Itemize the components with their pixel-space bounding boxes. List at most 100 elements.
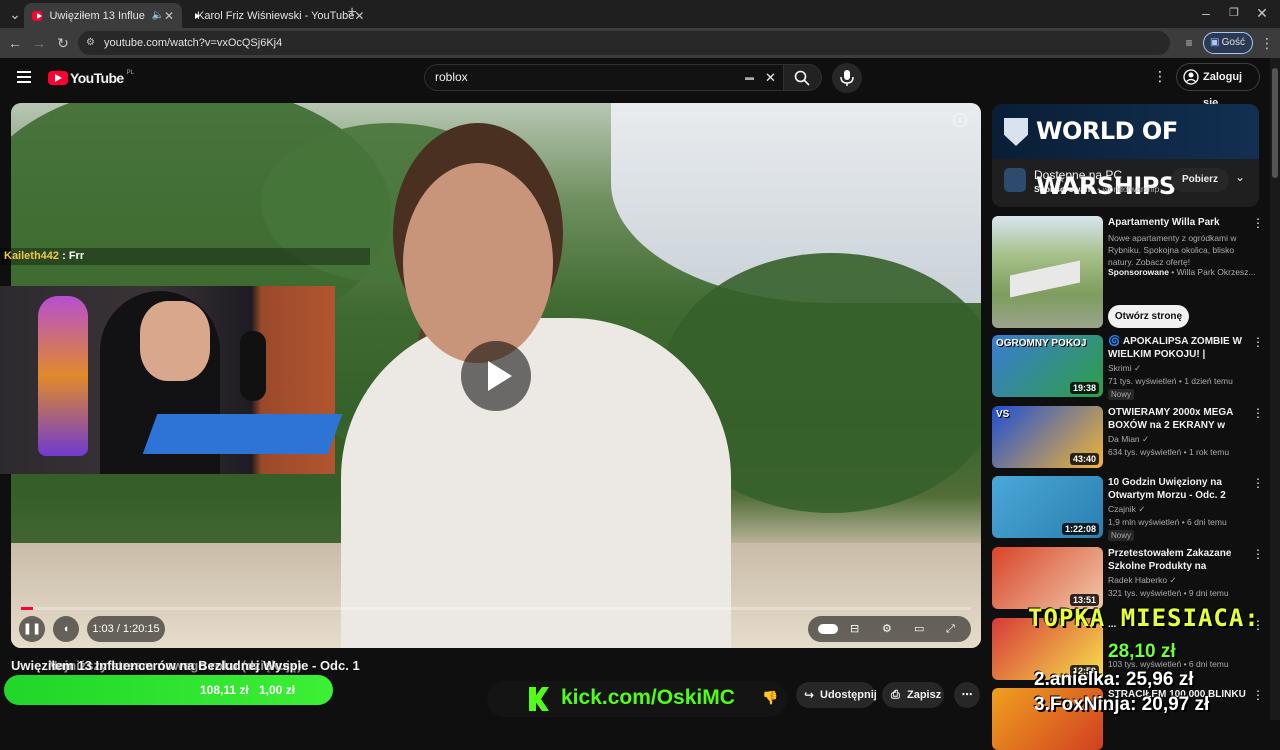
save-icon: ⎙ — [891, 689, 900, 701]
site-info-icon[interactable]: ⚙ — [86, 31, 95, 55]
video-thumbnail[interactable]: VS 43:40 — [992, 406, 1103, 468]
settings-icon[interactable]: ⚙ — [882, 616, 892, 642]
recommendation-title: 🌀 APOKALIPSA ZOMBIE W WIELKIM POKOJU! | … — [1108, 336, 1242, 360]
scrollbar-thumb[interactable] — [1272, 68, 1278, 178]
ad-card[interactable]: WORLD OF WARSHIPS Dostępne na PC Sponsor… — [992, 104, 1259, 207]
tab-title: Karol Friz Wiśniewski - YouTube — [197, 9, 355, 22]
close-window-icon[interactable]: ✕ — [1253, 4, 1271, 22]
recommendation-channel[interactable]: Czajnik ✓ — [1108, 504, 1145, 515]
recommendation-item[interactable]: 1:22:08 10 Godzin Uwięziony na Otwartym M… — [992, 476, 1264, 541]
progress-bar[interactable] — [21, 607, 971, 610]
video-thumbnail[interactable]: OGROMNY POKOJ 19:38 — [992, 335, 1103, 397]
video-thumbnail[interactable]: 1:22:08 — [992, 476, 1103, 538]
more-icon[interactable]: ⋮ — [1252, 476, 1264, 490]
more-icon[interactable]: ⋮ — [1252, 406, 1264, 420]
tab-inactive[interactable]: Karol Friz Wiśniewski - YouTube ✕ — [182, 3, 364, 28]
search-button[interactable] — [784, 64, 822, 91]
new-tab-button[interactable]: + — [343, 4, 361, 22]
share-label: Udostępnij — [820, 689, 877, 701]
streamer-webcam — [0, 286, 343, 474]
ad-download-button[interactable]: Pobierz — [1171, 168, 1229, 192]
video-person-shirt — [341, 318, 731, 648]
browser-tab-bar: ⌄ Uwięziłem 13 Influencerów 🔈 ✕ Karol Fr… — [0, 0, 1280, 28]
volume-button[interactable]: ◖ — [53, 616, 79, 642]
recommendation-meta: 321 tys. wyświetleń • 9 dni temu — [1108, 588, 1229, 598]
ad-banner[interactable]: WORLD OF WARSHIPS — [992, 104, 1259, 200]
stream-overlay-caption: Najniższy stream nowego roku (dziękuję) — [48, 658, 302, 673]
new-badge: Nowy — [1108, 389, 1135, 400]
recommendation-item[interactable]: VS 43:40 OTWIERAMY 2000x MEGA BOXÓW na 2 E… — [992, 406, 1264, 468]
settings-menu-icon[interactable]: ⋮ — [1153, 68, 1167, 85]
share-button[interactable]: ↪ Udostępnij — [796, 682, 877, 708]
webcam-keyboard — [142, 414, 343, 454]
forward-icon[interactable]: → — [30, 34, 48, 52]
recommendation-title: 10 Godzin Uwięziony na Otwartym Morzu - … — [1108, 477, 1226, 501]
kick-logo-icon — [529, 687, 549, 711]
more-actions-button[interactable]: ⋯ — [954, 682, 980, 708]
more-icon[interactable]: ⋮ — [1252, 688, 1264, 702]
tab-title: Uwięziłem 13 Influencerów — [49, 9, 145, 22]
menu-icon[interactable] — [17, 71, 31, 83]
page-scrollbar[interactable] — [1270, 58, 1280, 720]
restore-icon[interactable]: ❐ — [1225, 4, 1243, 22]
player-controls-right: ⊟ ⚙ ▭ ⤢ — [808, 616, 971, 642]
sign-in-button[interactable]: Zaloguj się — [1176, 63, 1260, 109]
more-icon[interactable]: ⋮ — [1252, 216, 1264, 230]
subtitles-icon[interactable]: ⊟ — [850, 616, 859, 642]
ad-app-icon — [1004, 168, 1026, 192]
profile-button[interactable]: ▣ Gość — [1203, 32, 1253, 54]
more-icon[interactable]: ⋮ — [1252, 335, 1264, 349]
play-button[interactable] — [461, 341, 531, 411]
back-icon[interactable]: ← — [6, 34, 24, 52]
more-icon[interactable]: ⋮ — [1252, 547, 1264, 561]
recommendation-title: OTWIERAMY 2000x MEGA BOXÓW na 2 EKRANY w… — [1108, 407, 1234, 431]
reading-mode-icon[interactable]: ≡ — [1180, 34, 1198, 52]
fullscreen-icon[interactable]: ⤢ — [946, 616, 955, 642]
clear-search-icon[interactable]: ✕ — [765, 65, 776, 90]
info-icon[interactable]: i — [953, 113, 967, 127]
thumbnail-building — [1010, 260, 1080, 298]
microphone-icon — [840, 70, 854, 86]
autoplay-toggle[interactable] — [818, 624, 838, 634]
open-site-button[interactable]: Otwórz stronę — [1108, 305, 1189, 328]
recommendation-channel[interactable]: Radek Haberko ✓ — [1108, 575, 1177, 586]
keyboard-icon[interactable]: ▬ — [745, 65, 754, 90]
tab-active[interactable]: Uwięziłem 13 Influencerów 🔈 ✕ — [24, 3, 182, 28]
minimize-icon[interactable]: – — [1197, 4, 1215, 22]
sponsored-thumbnail[interactable] — [992, 216, 1103, 328]
recommendation-item[interactable]: OGROMNY POKOJ 19:38 🌀 APOKALIPSA ZOMBIE W … — [992, 335, 1264, 400]
video-person-head — [403, 163, 553, 363]
search-input[interactable]: roblox ▬ ✕ — [424, 64, 784, 91]
miniplayer-icon[interactable]: ▭ — [914, 616, 924, 642]
kick-url: kick.com/OskiMC — [561, 686, 735, 709]
recommendation-channel[interactable]: Da Mian ✓ — [1108, 434, 1149, 445]
youtube-logo[interactable]: YouTube PL — [48, 69, 134, 87]
pause-button[interactable]: ❚❚ — [19, 616, 45, 642]
speaker-icon[interactable]: 🔈 — [151, 10, 163, 21]
browser-menu-icon[interactable]: ⋮ — [1258, 34, 1276, 52]
dislike-icon[interactable]: 👎 — [762, 690, 778, 706]
logo-text: YouTube — [70, 70, 124, 86]
video-thumbnail[interactable]: 13:51 — [992, 547, 1103, 609]
share-icon: ↪ — [804, 688, 815, 702]
sponsored-item[interactable]: Apartamenty Willa Park Rybnik Nowe apart… — [992, 216, 1264, 328]
tab-search-icon[interactable]: ⌄ — [6, 5, 24, 23]
donation-goal-bar: 108,11 zł 1,00 zł — [4, 675, 333, 705]
profile-icon: ▣ — [1210, 37, 1220, 48]
recommendation-item[interactable]: 13:51 Przetestowałem Zakazane Szkolne Pro… — [992, 547, 1264, 609]
tab-close-icon[interactable]: ✕ — [164, 9, 174, 23]
chat-username: Kaileth442 — [4, 250, 60, 262]
voice-search-button[interactable] — [832, 63, 862, 93]
donation-amount-last: 1,00 zł — [259, 683, 296, 697]
sponsored-desc: Nowe apartamenty z ogródkami w Rybniku. … — [1108, 233, 1237, 267]
recommendation-channel[interactable]: Skrimi ✓ — [1108, 363, 1141, 374]
top-donor-1-amount: 28,10 zł — [1108, 641, 1176, 662]
ad-sponsored: Sponsorowane — [1034, 184, 1095, 194]
top-donor-3: 3.FoxNinja: 20,97 zł — [1034, 694, 1210, 715]
save-button[interactable]: ⎙ Zapisz — [882, 682, 944, 708]
address-bar[interactable]: ⚙ youtube.com/watch?v=vxOcQSj6Kj4 — [78, 31, 1170, 55]
ad-expand-icon[interactable]: ⌄ — [1235, 170, 1245, 184]
youtube-header: YouTube PL roblox ▬ ✕ ⋮ Zaloguj się — [0, 58, 1280, 109]
sponsored-advertiser: Willa Park Okrzesz... — [1176, 267, 1256, 277]
reload-icon[interactable]: ↻ — [54, 34, 72, 52]
